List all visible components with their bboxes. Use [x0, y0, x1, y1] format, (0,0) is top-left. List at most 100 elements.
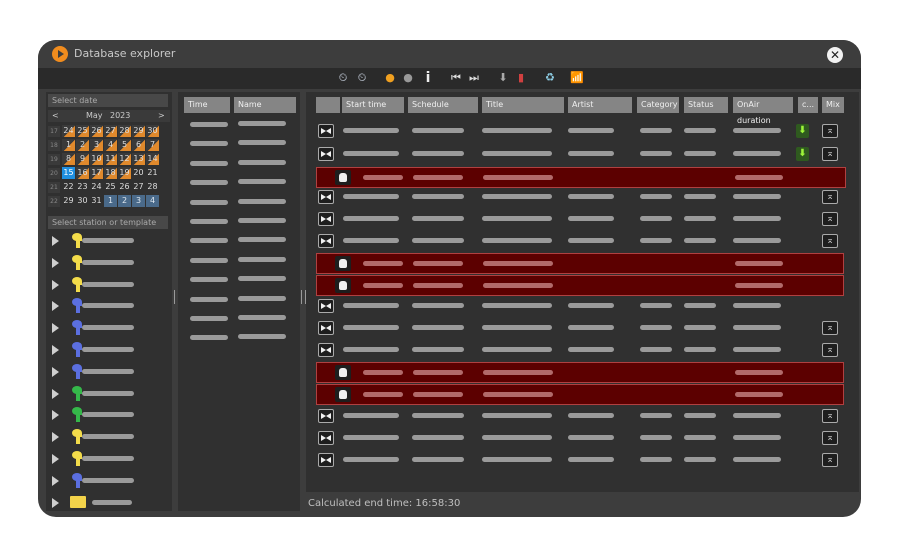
- expand-arrow-icon[interactable]: [52, 454, 59, 464]
- calendar-day[interactable]: 25: [104, 181, 117, 193]
- highlighted-row[interactable]: [316, 253, 844, 274]
- expand-arrow-icon[interactable]: [52, 345, 59, 355]
- station-tree-item[interactable]: [52, 296, 168, 316]
- expand-arrow-icon[interactable]: [52, 366, 59, 377]
- calendar-day[interactable]: 21: [146, 167, 159, 179]
- calendar-day[interactable]: 1: [104, 195, 117, 207]
- hand-icon[interactable]: [335, 256, 351, 271]
- mix-icon[interactable]: ⌅: [822, 431, 838, 445]
- calendar-day[interactable]: 30: [76, 195, 89, 207]
- level-meter-icon[interactable]: ▮: [514, 71, 528, 85]
- transition-icon[interactable]: [318, 212, 334, 226]
- station-tree-item[interactable]: [52, 362, 168, 382]
- mix-icon[interactable]: ⌅: [822, 409, 838, 423]
- edit-clock-icon[interactable]: ⏲: [355, 71, 369, 85]
- expand-arrow-icon[interactable]: [52, 323, 59, 334]
- calendar-day[interactable]: 28: [118, 125, 131, 137]
- calendar-day[interactable]: 12: [118, 153, 131, 165]
- transition-icon[interactable]: [318, 190, 334, 204]
- calendar-day[interactable]: 30: [146, 125, 159, 137]
- expand-arrow-icon[interactable]: [52, 410, 59, 421]
- calendar-day[interactable]: 3: [90, 139, 103, 151]
- arrow-down-icon[interactable]: ⬇: [796, 124, 809, 138]
- expand-arrow-icon[interactable]: [52, 236, 59, 246]
- arrow-down-icon[interactable]: ⬇: [796, 147, 809, 161]
- expand-arrow-icon[interactable]: [52, 497, 59, 508]
- hand-icon[interactable]: [335, 278, 351, 293]
- calendar-day[interactable]: 9: [76, 153, 89, 165]
- skip-end-icon[interactable]: ⏭: [467, 71, 481, 85]
- info-icon[interactable]: i: [421, 71, 435, 85]
- calendar-day[interactable]: 22: [62, 181, 75, 193]
- expand-arrow-icon[interactable]: [52, 279, 59, 290]
- transition-icon[interactable]: [318, 234, 334, 248]
- time-column-header[interactable]: Time: [184, 97, 230, 113]
- calendar-day[interactable]: 4: [146, 195, 159, 207]
- column-header[interactable]: OnAir duration: [733, 97, 793, 125]
- calendar-next-button[interactable]: >: [158, 110, 165, 122]
- calendar-day[interactable]: 8: [62, 153, 75, 165]
- orange-circle-icon[interactable]: ●: [383, 71, 397, 85]
- column-header[interactable]: c...: [798, 97, 818, 113]
- calendar-day[interactable]: 14: [146, 153, 159, 165]
- station-tree-item[interactable]: [52, 318, 168, 338]
- station-tree-item[interactable]: [52, 449, 168, 469]
- mix-icon[interactable]: ⌅: [822, 212, 838, 226]
- column-header[interactable]: Status: [684, 97, 728, 113]
- calendar-day[interactable]: 6: [132, 139, 145, 151]
- transition-icon[interactable]: [318, 453, 334, 467]
- calendar-day[interactable]: 27: [132, 181, 145, 193]
- transition-icon[interactable]: [318, 299, 334, 313]
- transition-icon[interactable]: [318, 124, 334, 138]
- transition-icon[interactable]: [318, 147, 334, 161]
- expand-arrow-icon[interactable]: [52, 432, 59, 443]
- calendar-day[interactable]: 31: [90, 195, 103, 207]
- calendar-day[interactable]: 23: [76, 181, 89, 193]
- calendar-day[interactable]: 3: [132, 195, 145, 207]
- transition-icon[interactable]: [318, 409, 334, 423]
- recycle-bin-icon[interactable]: ♻: [543, 71, 557, 85]
- calendar-day[interactable]: 5: [118, 139, 131, 151]
- station-tree-item[interactable]: [52, 493, 168, 513]
- calendar-day[interactable]: 29: [62, 195, 75, 207]
- station-tree-item[interactable]: [52, 340, 168, 360]
- column-header[interactable]: Mix: [822, 97, 844, 113]
- station-tree-item[interactable]: [52, 275, 168, 295]
- station-tree-item[interactable]: [52, 427, 168, 447]
- transition-icon[interactable]: [318, 321, 334, 335]
- mix-icon[interactable]: ⌅: [822, 234, 838, 248]
- highlighted-row[interactable]: [316, 275, 844, 296]
- expand-arrow-icon[interactable]: [52, 257, 59, 268]
- calendar-day[interactable]: 4: [104, 139, 117, 151]
- calendar-day[interactable]: 13: [132, 153, 145, 165]
- calendar-day[interactable]: 19: [118, 167, 131, 179]
- expand-arrow-icon[interactable]: [52, 301, 59, 312]
- mix-icon[interactable]: ⌅: [822, 190, 838, 204]
- name-column-header[interactable]: Name: [234, 97, 296, 113]
- calendar-day[interactable]: 20: [132, 167, 145, 179]
- calendar-day[interactable]: 7: [146, 139, 159, 151]
- network-icon[interactable]: 📶: [570, 71, 584, 85]
- calendar-day[interactable]: 2: [118, 195, 131, 207]
- station-tree-item[interactable]: [52, 384, 168, 404]
- column-header[interactable]: [316, 97, 340, 113]
- calendar-day[interactable]: 16: [76, 167, 89, 179]
- mix-icon[interactable]: ⌅: [822, 321, 838, 335]
- mix-icon[interactable]: ⌅: [822, 124, 838, 138]
- highlighted-row[interactable]: [316, 362, 844, 383]
- mix-icon[interactable]: ⌅: [822, 453, 838, 467]
- calendar-day[interactable]: 24: [90, 181, 103, 193]
- station-tree-item[interactable]: [52, 471, 168, 491]
- hand-icon[interactable]: [335, 387, 351, 402]
- calendar-day[interactable]: 25: [76, 125, 89, 137]
- highlighted-row[interactable]: [316, 167, 846, 188]
- grey-circle-icon[interactable]: ●: [401, 71, 415, 85]
- calendar-day[interactable]: 10: [90, 153, 103, 165]
- add-clock-icon[interactable]: ⏲: [336, 71, 350, 85]
- column-header[interactable]: Category: [637, 97, 679, 113]
- mix-icon[interactable]: ⌅: [822, 147, 838, 161]
- calendar-day[interactable]: 29: [132, 125, 145, 137]
- expand-arrow-icon[interactable]: [52, 388, 59, 399]
- skip-start-icon[interactable]: ⏮: [449, 71, 463, 85]
- hand-icon[interactable]: [335, 170, 351, 185]
